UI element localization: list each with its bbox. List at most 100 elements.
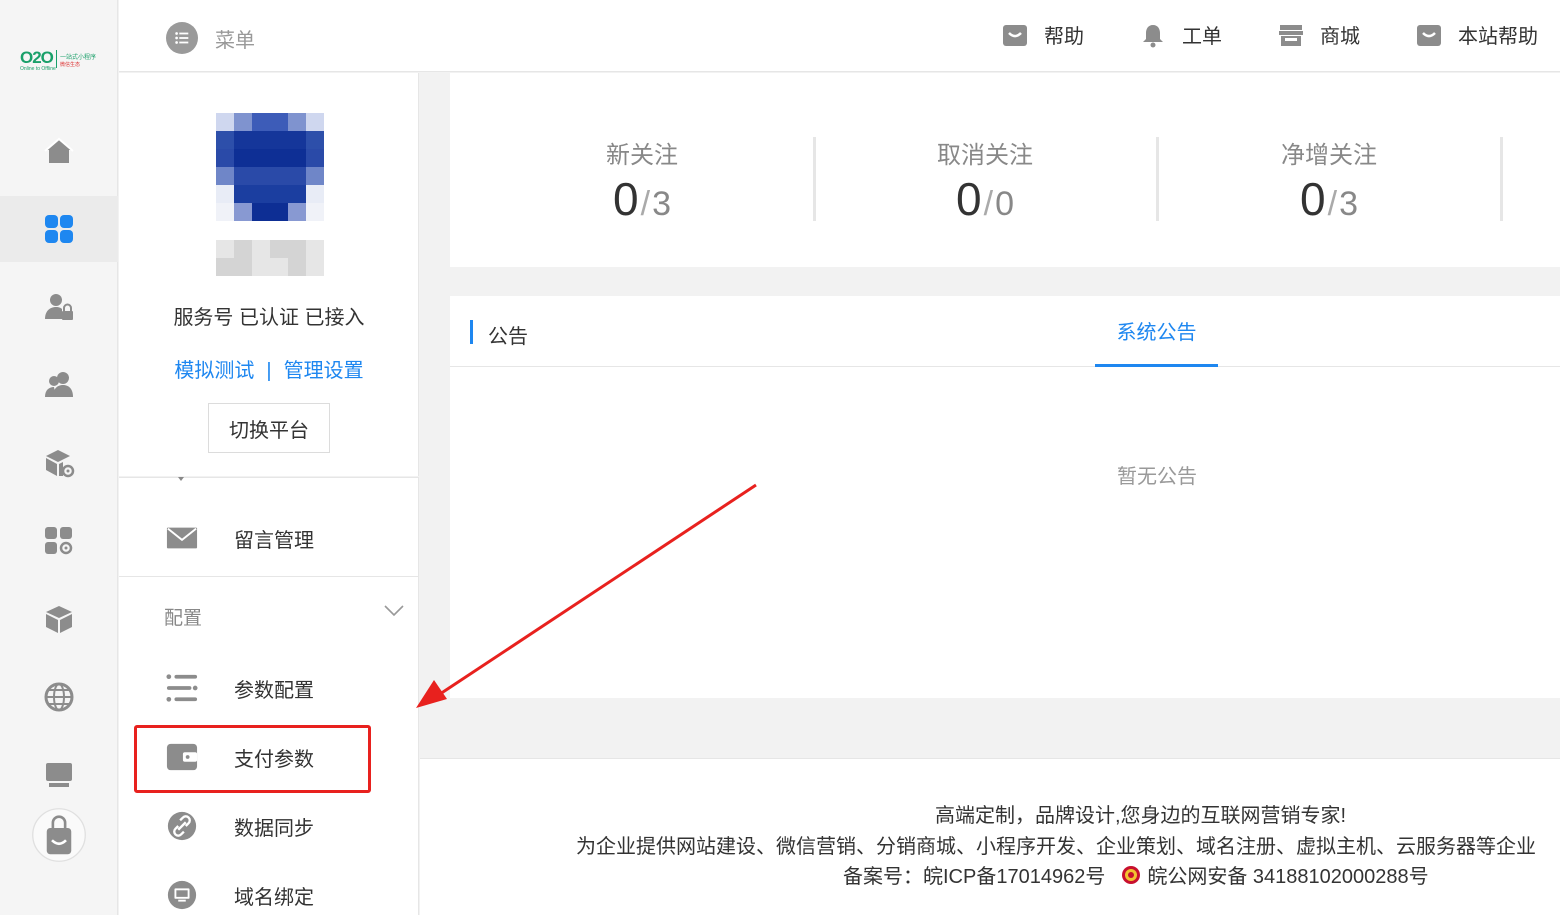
link-icon	[165, 809, 199, 843]
header-link-label: 商城	[1320, 26, 1360, 48]
side-menu-item-domain[interactable]: 域名绑定	[119, 862, 419, 915]
page-footer: 高端定制，品牌设计,您身边的互联网营销专家! 为企业提供网站建设、微信营销、分销…	[420, 758, 1560, 915]
link-separator: |	[266, 360, 272, 382]
stat-number: 0	[1300, 173, 1326, 225]
manage-settings-link[interactable]: 管理设置	[284, 360, 364, 382]
stat-number: 0	[956, 173, 982, 225]
rail-globe[interactable]	[0, 664, 118, 730]
grid-icon	[45, 215, 73, 243]
stat-total: 3	[652, 185, 671, 223]
list-icon	[165, 671, 199, 705]
rail-shop-bag[interactable]	[0, 803, 118, 867]
app-root: O2O Online to Offline 一站式小程序 微信生态 菜单 帮助 …	[0, 0, 1560, 915]
footer-services: 为企业提供网站建设、微信营销、分销商城、小程序开发、企业策划、域名注册、虚拟主机…	[576, 836, 1536, 858]
notice-header: 公告 系统公告	[450, 296, 1560, 367]
stat-value: 0/0	[835, 172, 1135, 226]
side-menu-item-data-sync[interactable]: 数据同步	[119, 793, 419, 859]
stat-slash: /	[640, 185, 651, 223]
header-link-ticket[interactable]: 工单	[1140, 20, 1222, 49]
logo-text: O2O	[20, 48, 54, 67]
menu-divider	[119, 576, 419, 577]
header-link-store[interactable]: 商城	[1278, 20, 1360, 49]
header-link-help[interactable]: 帮助	[1002, 20, 1084, 49]
notice-panel: 公告 系统公告 暂无公告	[450, 296, 1560, 698]
brand-logo[interactable]: O2O Online to Offline 一站式小程序 微信生态	[16, 46, 108, 74]
payment-highlight-box	[134, 725, 371, 793]
bag-icon	[1417, 24, 1441, 46]
stat-net-follows: 净增关注 0/3	[1179, 135, 1479, 226]
cube-icon	[46, 606, 72, 633]
domain-icon	[165, 878, 199, 912]
rail-apps-settings[interactable]	[0, 508, 118, 574]
side-menu-item-params[interactable]: 参数配置	[119, 655, 419, 721]
header-link-site-help[interactable]: 本站帮助	[1416, 20, 1538, 49]
side-menu-label: 参数配置	[234, 679, 314, 702]
bell-icon	[1143, 24, 1163, 47]
bag-icon	[1003, 24, 1027, 46]
rail-dashboard[interactable]	[0, 196, 118, 262]
follower-stats-panel: 新关注 0/3 取消关注 0/0 净增关注 0/3	[450, 73, 1560, 267]
side-menu-label: 数据同步	[234, 817, 314, 840]
side-menu-label: 留言管理	[234, 529, 314, 552]
stat-new-follows: 新关注 0/3	[492, 135, 792, 226]
rail-monitor[interactable]	[0, 742, 118, 808]
header-links: 帮助 工单 商城 本站帮助	[946, 20, 1538, 49]
stat-total: 3	[1339, 185, 1358, 223]
box-gear-icon	[46, 450, 75, 478]
menu-label: 菜单	[215, 29, 255, 52]
globe-icon	[44, 682, 74, 712]
stat-slash: /	[1327, 185, 1338, 223]
logo-cn-text: 一站式小程序	[60, 55, 97, 61]
chevron-down-icon[interactable]	[384, 605, 404, 617]
account-panel: 服务号 已认证 已接入 模拟测试 | 管理设置 切换平台	[119, 73, 419, 476]
header-link-label: 本站帮助	[1458, 26, 1538, 48]
footer-registration: 备案号：皖ICP备17014962号 皖公网安备 34188102000288号	[843, 860, 1429, 889]
account-links: 模拟测试 | 管理设置	[119, 354, 419, 383]
rail-users[interactable]	[0, 352, 118, 418]
account-avatar[interactable]	[216, 113, 324, 221]
mail-icon	[165, 521, 199, 555]
header-link-label: 工单	[1182, 26, 1222, 48]
stat-number: 0	[613, 173, 639, 225]
stat-title: 新关注	[606, 142, 678, 169]
store-icon	[1279, 24, 1303, 46]
switch-platform-button[interactable]: 切换平台	[208, 403, 330, 453]
logo-divider	[56, 50, 57, 68]
menu-toggle-button[interactable]: 菜单	[166, 22, 255, 54]
simulate-test-link[interactable]: 模拟测试	[174, 360, 254, 382]
stat-divider	[813, 137, 816, 221]
side-menu-label: 域名绑定	[234, 886, 314, 909]
user-lock-icon	[45, 294, 73, 320]
stat-slash: /	[983, 185, 994, 223]
monitor-icon	[46, 763, 72, 787]
notice-empty-text: 暂无公告	[1117, 466, 1197, 488]
notice-title-marker	[470, 320, 473, 344]
footer-slogan: 高端定制，品牌设计,您身边的互联网营销专家!	[935, 805, 1347, 827]
rail-cube[interactable]	[0, 586, 118, 652]
shopping-bag-icon	[32, 808, 86, 862]
stat-divider	[1156, 137, 1159, 221]
icon-rail: O2O Online to Offline 一站式小程序 微信生态	[0, 0, 118, 915]
account-name-blurred	[216, 240, 324, 276]
header-link-label: 帮助	[1044, 26, 1084, 48]
stat-total: 0	[995, 185, 1014, 223]
rail-user-lock[interactable]	[0, 274, 118, 340]
logo-subtext: Online to Offline	[20, 66, 56, 72]
stat-title: 净增关注	[1281, 142, 1377, 169]
account-status: 服务号 已认证 已接入	[173, 307, 365, 329]
users-icon	[45, 372, 73, 397]
footer-police-record[interactable]: 皖公网安备 34188102000288号	[1147, 860, 1428, 889]
logo-cn-subtext: 微信生态	[60, 62, 81, 68]
rail-package-settings[interactable]	[0, 430, 118, 496]
stat-value: 0/3	[492, 172, 792, 226]
stat-divider	[1500, 137, 1503, 221]
rail-home[interactable]	[0, 118, 118, 184]
footer-icp[interactable]: 备案号：皖ICP备17014962号	[843, 860, 1105, 889]
side-menu: 留言管理 配置 参数配置 支付参数 数据同步 域名绑定	[119, 477, 419, 915]
apps-gear-icon	[45, 527, 73, 555]
side-menu-item-messages[interactable]: 留言管理	[119, 505, 419, 571]
tab-system-notice[interactable]: 系统公告	[1095, 296, 1218, 367]
side-menu-group-config[interactable]: 配置	[164, 603, 202, 630]
home-icon	[44, 137, 74, 163]
notice-title: 公告	[488, 326, 528, 348]
